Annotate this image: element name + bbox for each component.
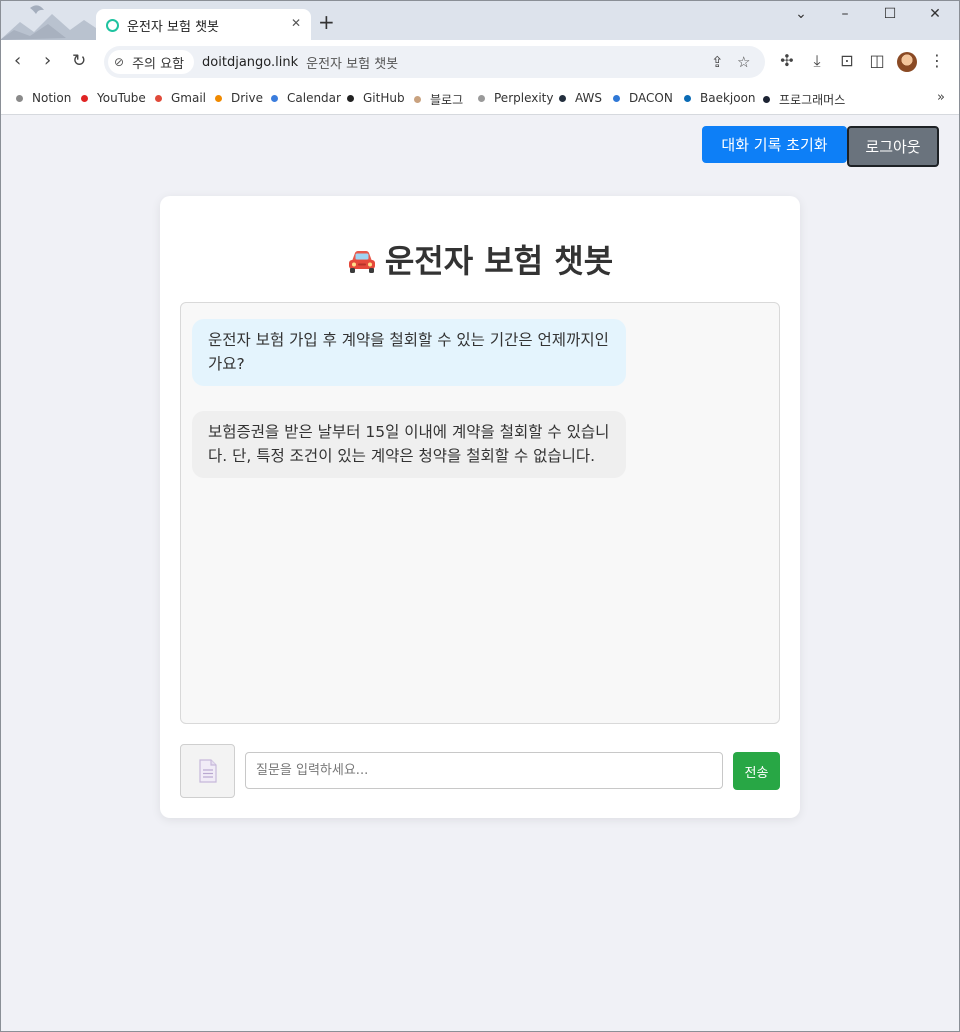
bookmark-programmers[interactable]: 프로그래머스	[763, 91, 845, 108]
menu-icon[interactable]: ⋮	[926, 51, 948, 70]
bookmark-calendar[interactable]: Calendar	[271, 91, 341, 105]
profile-avatar[interactable]	[897, 52, 917, 72]
bookmark-drive[interactable]: Drive	[215, 91, 263, 105]
share-icon[interactable]: ⇪	[711, 53, 724, 71]
minimize-icon[interactable]: –	[830, 6, 860, 22]
send-button[interactable]: 전송	[733, 752, 780, 790]
tab-title: 운전자 보험 챗봇	[127, 19, 219, 35]
chat-card: 운전자 보험 챗봇 운전자 보험 가입 후 계약을 철회할 수 있는 기간은 언…	[160, 196, 800, 818]
bot-message: 보험증권을 받은 날부터 15일 이내에 계약을 철회할 수 있습니다. 단, …	[192, 411, 626, 478]
url-domain: doitdjango.link	[202, 54, 299, 70]
chat-title: 운전자 보험 챗봇	[384, 242, 614, 280]
extensions-icon[interactable]: ✣	[776, 51, 798, 70]
back-icon[interactable]: ‹	[14, 52, 21, 70]
new-tab-button[interactable]: +	[318, 12, 335, 32]
bookmark-blog[interactable]: 블로그	[414, 91, 463, 108]
bookmark-dacon[interactable]: DACON	[613, 91, 673, 105]
url-page-title: 운전자 보험 챗봇	[306, 56, 399, 72]
bookmark-baekjoon[interactable]: Baekjoon	[684, 91, 756, 105]
bookmark-icon	[16, 94, 23, 102]
tab-close-icon[interactable]: ✕	[291, 16, 301, 30]
tab-search-chevron-icon[interactable]: ⌄	[786, 6, 816, 22]
bookmark-star-icon[interactable]: ☆	[737, 53, 750, 71]
bookmark-gmail[interactable]: Gmail	[155, 91, 206, 105]
bookmarks-bar: Notion YouTube Gmail Drive Calendar GitH…	[0, 84, 960, 115]
reload-icon[interactable]: ↻	[72, 52, 86, 70]
tab-favicon-icon	[106, 18, 119, 32]
bookmark-icon	[414, 96, 421, 103]
user-message: 운전자 보험 가입 후 계약을 철회할 수 있는 기간은 언제까지인가요?	[192, 319, 626, 386]
document-icon	[198, 759, 217, 783]
screenshot-icon[interactable]: ⊡	[836, 51, 858, 70]
attach-file-button[interactable]	[180, 744, 235, 798]
chat-history[interactable]: 운전자 보험 가입 후 계약을 철회할 수 있는 기간은 언제까지인가요? 보험…	[180, 302, 780, 724]
bookmarks-overflow-icon[interactable]: »	[937, 90, 945, 105]
download-icon[interactable]: ⤓	[806, 51, 828, 71]
bookmark-youtube[interactable]: YouTube	[81, 91, 146, 105]
bookmark-icon	[271, 94, 278, 102]
page-title: 운전자 보험 챗봇	[160, 236, 800, 282]
bookmark-icon	[347, 94, 354, 102]
bookmark-notion[interactable]: Notion	[16, 91, 71, 105]
bookmark-icon	[613, 94, 620, 102]
bookmark-aws[interactable]: AWS	[559, 91, 602, 105]
bookmark-icon	[684, 94, 691, 102]
bookmark-perplexity[interactable]: Perplexity	[478, 91, 554, 105]
bookmark-icon	[215, 94, 222, 102]
bookmark-github[interactable]: GitHub	[347, 91, 405, 105]
bookmark-icon	[478, 94, 485, 102]
bookmark-icon	[763, 96, 770, 103]
security-indicator[interactable]: ⊘ 주의 요함	[108, 50, 195, 74]
browser-titlebar: 운전자 보험 챗봇 ✕ + ⌄ – ☐ ✕	[0, 0, 960, 41]
not-secure-icon: ⊘	[114, 55, 125, 69]
forward-icon[interactable]: ›	[44, 52, 51, 70]
browser-tab[interactable]: 운전자 보험 챗봇 ✕	[96, 9, 311, 41]
bookmark-icon	[155, 94, 162, 102]
bookmark-icon	[81, 94, 88, 102]
close-window-icon[interactable]: ✕	[920, 6, 950, 22]
question-input[interactable]	[245, 752, 723, 789]
car-icon	[348, 251, 375, 273]
sidebar-icon[interactable]: ◫	[866, 51, 888, 70]
bookmark-icon	[559, 94, 566, 102]
theme-decoration	[0, 5, 96, 40]
maximize-icon[interactable]: ☐	[875, 6, 905, 22]
security-label: 주의 요함	[132, 56, 185, 72]
address-bar[interactable]: ⊘ 주의 요함 doitdjango.link 운전자 보험 챗봇 ⇪ ☆	[104, 46, 765, 78]
reset-history-button[interactable]: 대화 기록 초기화	[702, 126, 847, 163]
logout-button[interactable]: 로그아웃	[847, 126, 939, 167]
